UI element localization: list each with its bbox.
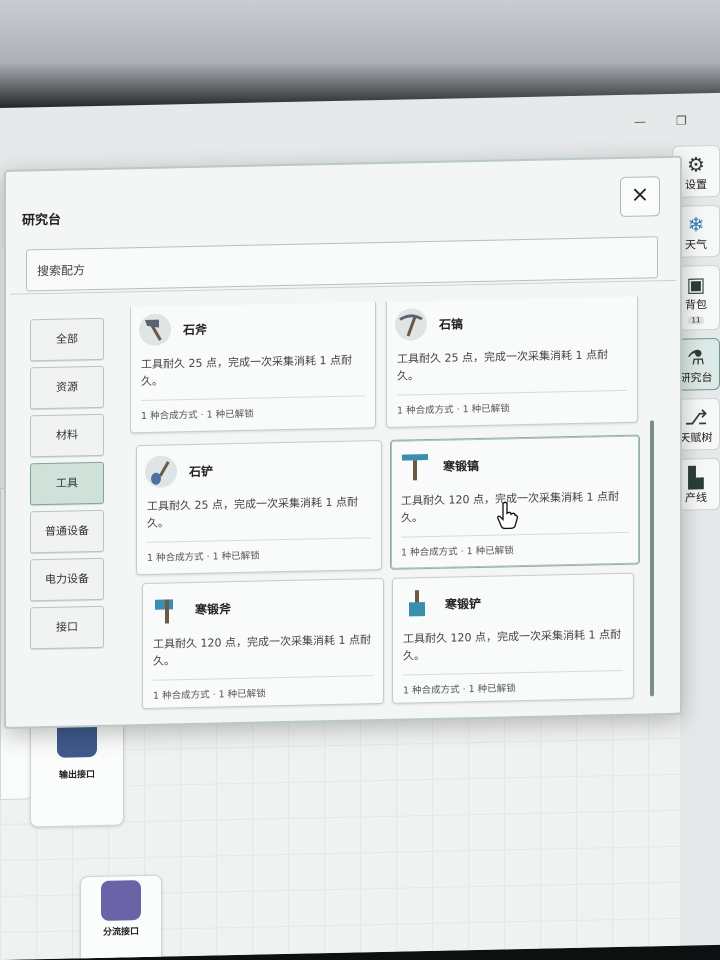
recipe-scrollbar[interactable] bbox=[650, 304, 656, 700]
recipe-description: 工具耐久 25 点，完成一次采集消耗 1 点耐久。 bbox=[147, 495, 358, 530]
recipe-grid: 石斧 工具耐久 25 点，完成一次采集消耗 1 点耐久。 1 种合成方式 · 1… bbox=[130, 296, 650, 719]
split-interface-icon bbox=[101, 880, 141, 921]
recipe-name: 寒锻铲 bbox=[445, 596, 482, 612]
category-tools[interactable]: 工具 bbox=[30, 461, 104, 506]
close-icon: × bbox=[630, 182, 650, 208]
category-materials[interactable]: 材料 bbox=[30, 413, 104, 458]
weather-label: 天气 bbox=[685, 238, 707, 252]
dialog-title: 研究台 bbox=[22, 212, 62, 229]
stone-pickaxe-icon bbox=[395, 308, 427, 341]
recipe-name: 寒锻斧 bbox=[195, 602, 232, 617]
research-table-label: 研究台 bbox=[679, 371, 713, 385]
output-interface-node[interactable]: 输出接口 bbox=[30, 711, 124, 828]
search-placeholder: 搜索配方 bbox=[37, 263, 86, 279]
talent-tree-label: 天赋树 bbox=[679, 431, 713, 445]
category-interfaces[interactable]: 接口 bbox=[30, 605, 104, 650]
recipe-description: 工具耐久 25 点，完成一次采集消耗 1 点耐久。 bbox=[141, 353, 352, 389]
backpack-count-badge: 11 bbox=[687, 316, 705, 325]
recipe-footer: 1 种合成方式 · 1 种已解锁 bbox=[147, 550, 260, 564]
divider bbox=[141, 395, 365, 402]
category-label: 接口 bbox=[56, 620, 78, 634]
settings-label: 设置 bbox=[685, 178, 707, 192]
recipe-description: 工具耐久 25 点，完成一次采集消耗 1 点耐久。 bbox=[397, 348, 608, 383]
recipe-description: 工具耐久 120 点，完成一次采集消耗 1 点耐久。 bbox=[153, 633, 371, 668]
recipe-footer: 1 种合成方式 · 1 种已解锁 bbox=[141, 408, 254, 423]
split-interface-node[interactable]: 分流接口 bbox=[80, 874, 162, 960]
category-resources[interactable]: 资源 bbox=[30, 365, 104, 410]
recipe-card-frost-axe[interactable]: 寒锻斧 工具耐久 120 点，完成一次采集消耗 1 点耐久。 1 种合成方式 ·… bbox=[142, 577, 384, 710]
recipe-footer: 1 种合成方式 · 1 种已解锁 bbox=[153, 688, 266, 702]
recipe-card-stone-axe[interactable]: 石斧 工具耐久 25 点，完成一次采集消耗 1 点耐久。 1 种合成方式 · 1… bbox=[130, 298, 376, 434]
category-label: 电力设备 bbox=[45, 572, 89, 587]
recipe-footer: 1 种合成方式 · 1 种已解锁 bbox=[397, 403, 510, 417]
divider bbox=[153, 675, 373, 681]
recipe-card-stone-pickaxe[interactable]: 石镐 工具耐久 25 点，完成一次采集消耗 1 点耐久。 1 种合成方式 · 1… bbox=[386, 296, 638, 428]
category-label: 全部 bbox=[56, 332, 78, 346]
divider bbox=[403, 669, 623, 676]
frost-axe-icon bbox=[151, 593, 183, 626]
category-label: 普通设备 bbox=[45, 524, 89, 539]
divider bbox=[147, 537, 371, 543]
category-common-equipment[interactable]: 普通设备 bbox=[30, 509, 104, 554]
category-label: 材料 bbox=[56, 428, 78, 442]
close-button[interactable]: × bbox=[620, 176, 660, 218]
category-power-equipment[interactable]: 电力设备 bbox=[30, 557, 104, 602]
hand-cursor-icon bbox=[496, 501, 518, 533]
recipe-name: 石斧 bbox=[183, 322, 208, 338]
category-all[interactable]: 全部 bbox=[30, 317, 104, 362]
frost-pickaxe-icon bbox=[399, 450, 431, 483]
recipe-footer: 1 种合成方式 · 1 种已解锁 bbox=[401, 545, 514, 559]
recipe-footer: 1 种合成方式 · 1 种已解锁 bbox=[403, 683, 516, 697]
screen: — ❐ 输出接口 分流接口 ⚙ 设置 ❄ 天气 ▣ 背包 11 ⚗ 研究台 ⎇ bbox=[0, 92, 720, 960]
frost-shovel-icon bbox=[401, 588, 433, 621]
divider bbox=[397, 389, 627, 396]
recipe-name: 石镐 bbox=[439, 317, 464, 332]
recipe-description: 工具耐久 120 点，完成一次采集消耗 1 点耐久。 bbox=[403, 627, 621, 663]
research-dialog: 研究台 × 搜索配方 全部 资源 材料 工具 普通设备 电力设备 接口 石斧 工… bbox=[4, 155, 682, 729]
output-interface-title: 输出接口 bbox=[58, 770, 95, 781]
split-interface-title: 分流接口 bbox=[102, 927, 139, 938]
window-restore-icon[interactable]: ❐ bbox=[676, 114, 687, 128]
recipe-card-stone-shovel[interactable]: 石铲 工具耐久 25 点，完成一次采集消耗 1 点耐久。 1 种合成方式 · 1… bbox=[136, 439, 382, 576]
window-minimize-icon[interactable]: — bbox=[634, 114, 646, 128]
production-line-label: 产线 bbox=[685, 491, 707, 505]
backpack-label: 背包 bbox=[685, 298, 707, 312]
stone-shovel-icon bbox=[145, 455, 177, 488]
category-label: 工具 bbox=[56, 476, 78, 490]
recipe-name: 寒锻镐 bbox=[443, 458, 480, 474]
category-label: 资源 bbox=[56, 380, 78, 394]
recipe-card-frost-shovel[interactable]: 寒锻铲 工具耐久 120 点，完成一次采集消耗 1 点耐久。 1 种合成方式 ·… bbox=[392, 572, 634, 704]
recipe-name: 石铲 bbox=[189, 464, 214, 480]
scrollbar-thumb[interactable] bbox=[650, 420, 654, 697]
stone-axe-icon bbox=[139, 313, 171, 347]
